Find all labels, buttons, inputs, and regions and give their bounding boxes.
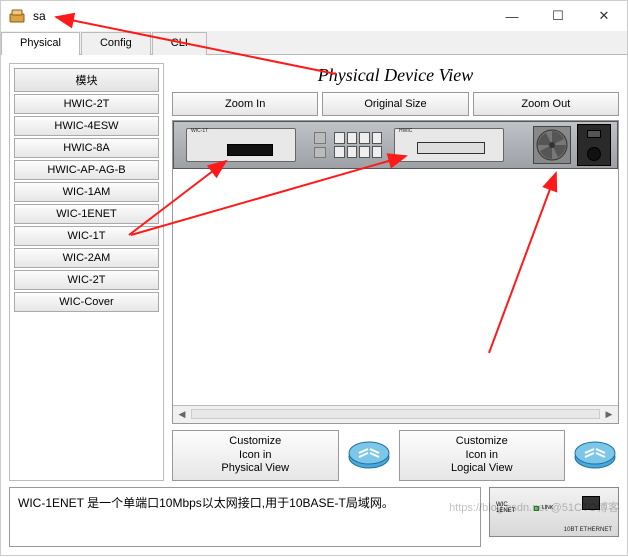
thumb-model-label: WIC 1ENET bbox=[496, 502, 515, 514]
zoom-in-button[interactable]: Zoom In bbox=[172, 92, 318, 116]
scroll-track[interactable] bbox=[191, 409, 600, 419]
logical-icon-preview bbox=[571, 430, 619, 481]
tab-config[interactable]: Config bbox=[81, 32, 151, 55]
modules-header: 模块 bbox=[14, 68, 159, 92]
close-button[interactable]: ✕ bbox=[581, 1, 627, 31]
original-size-button[interactable]: Original Size bbox=[322, 92, 468, 116]
serial-port-icon bbox=[227, 144, 273, 156]
fan-icon bbox=[533, 126, 571, 164]
chassis-builtin-ports bbox=[314, 128, 384, 162]
maximize-button[interactable]: ☐ bbox=[535, 1, 581, 31]
tab-physical[interactable]: Physical bbox=[1, 32, 80, 55]
customize-physical-button[interactable]: Customize Icon in Physical View bbox=[172, 430, 339, 481]
horizontal-scrollbar[interactable]: ◀ ▶ bbox=[173, 405, 618, 423]
module-hwic-2t[interactable]: HWIC-2T bbox=[14, 94, 159, 114]
module-thumbnail[interactable]: WIC 1ENET LINK 10BT ETHERNET bbox=[489, 487, 619, 537]
thumb-link-label: LINK bbox=[542, 505, 553, 511]
titlebar: sa — ☐ ✕ bbox=[1, 1, 627, 31]
window-title: sa bbox=[33, 9, 489, 23]
module-wic-2t[interactable]: WIC-2T bbox=[14, 270, 159, 290]
rj45-grid-icon bbox=[334, 132, 382, 158]
scroll-right-button[interactable]: ▶ bbox=[600, 406, 618, 422]
module-wic-1am[interactable]: WIC-1AM bbox=[14, 182, 159, 202]
module-hwic-8a[interactable]: HWIC-8A bbox=[14, 138, 159, 158]
app-icon bbox=[9, 8, 25, 24]
chassis-slot-right[interactable]: HWIC bbox=[394, 128, 504, 162]
link-led-icon bbox=[534, 506, 539, 511]
chassis-slot-left[interactable]: WIC-1T bbox=[186, 128, 296, 162]
device-scroll[interactable]: WIC-1T HWIC bbox=[173, 121, 618, 405]
wide-connector-icon bbox=[417, 142, 485, 154]
tabs: Physical Config CLI bbox=[1, 31, 627, 55]
tab-cli[interactable]: CLI bbox=[152, 32, 207, 55]
module-hwic-ap-ag-b[interactable]: HWIC-AP-AG-B bbox=[14, 160, 159, 180]
module-description: WIC-1ENET 是一个单端口10Mbps以太网接口,用于10BASE-T局域… bbox=[9, 487, 481, 547]
module-wic-1t[interactable]: WIC-1T bbox=[14, 226, 159, 246]
modules-panel: 模块 HWIC-2T HWIC-4ESW HWIC-8A HWIC-AP-AG-… bbox=[9, 63, 164, 481]
thumb-port-label: 10BT ETHERNET bbox=[564, 527, 612, 533]
module-hwic-4esw[interactable]: HWIC-4ESW bbox=[14, 116, 159, 136]
scroll-left-button[interactable]: ◀ bbox=[173, 406, 191, 422]
customize-logical-button[interactable]: Customize Icon in Logical View bbox=[399, 430, 566, 481]
device-viewport: WIC-1T HWIC bbox=[172, 120, 619, 424]
power-supply-icon bbox=[577, 124, 611, 166]
module-wic-1enet[interactable]: WIC-1ENET bbox=[14, 204, 159, 224]
zoom-out-button[interactable]: Zoom Out bbox=[473, 92, 619, 116]
module-wic-cover[interactable]: WIC-Cover bbox=[14, 292, 159, 312]
rj45-port-icon bbox=[582, 496, 600, 510]
minimize-button[interactable]: — bbox=[489, 1, 535, 31]
router-chassis[interactable]: WIC-1T HWIC bbox=[173, 121, 618, 169]
physical-view-title: Physical Device View bbox=[172, 65, 619, 86]
module-wic-2am[interactable]: WIC-2AM bbox=[14, 248, 159, 268]
physical-icon-preview bbox=[345, 430, 393, 481]
